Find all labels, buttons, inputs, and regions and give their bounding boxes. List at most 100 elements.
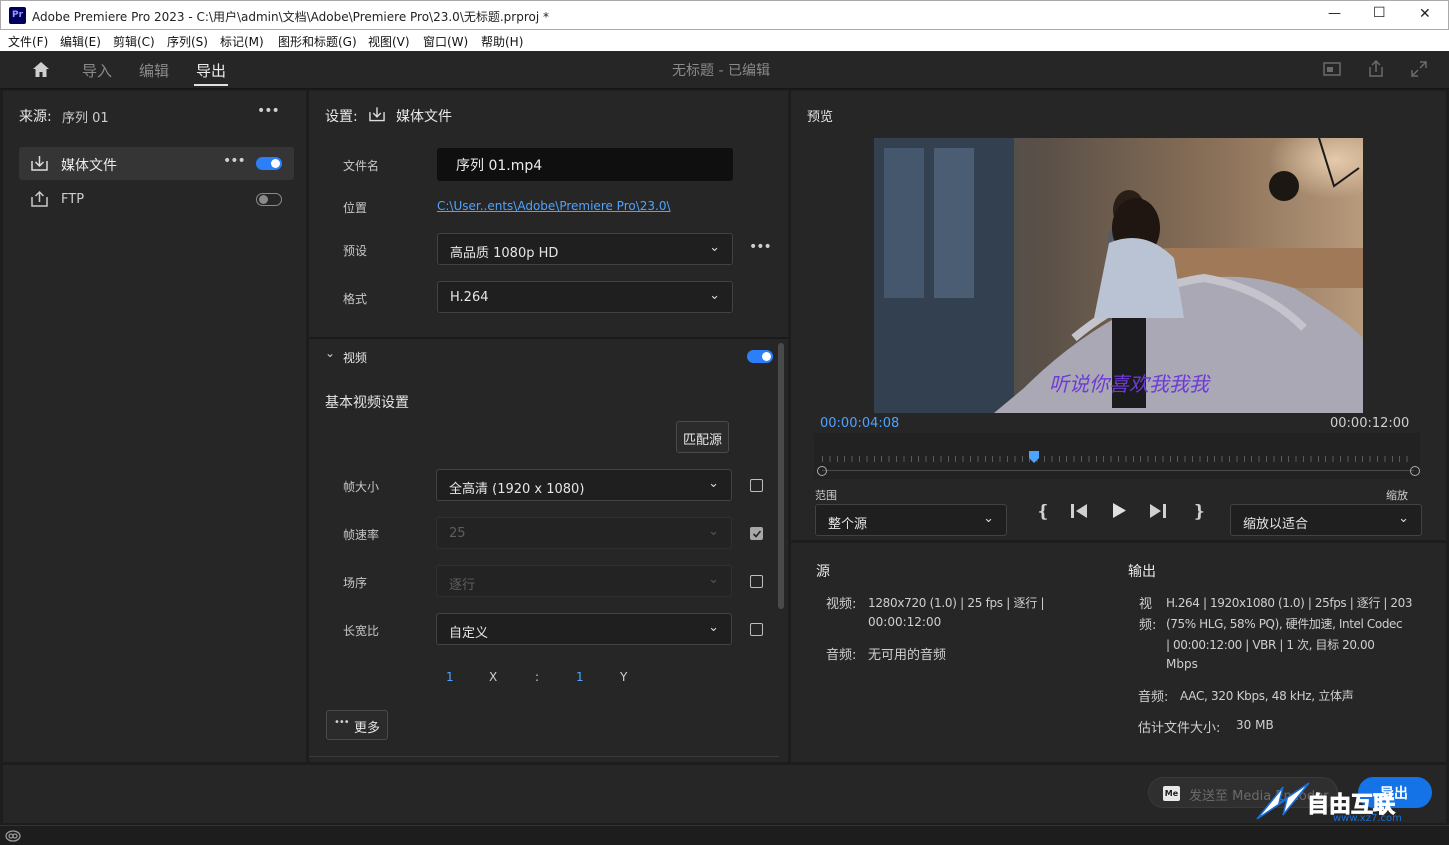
frame-size-checkbox[interactable] [750, 479, 763, 492]
destination-ftp[interactable]: FTP [19, 183, 294, 216]
minimize-button[interactable]: — [1328, 6, 1341, 21]
destination-media-file[interactable]: 媒体文件 ••• [19, 147, 294, 180]
chevron-down-icon: ⌄ [709, 288, 720, 303]
source-label: 来源: [19, 109, 52, 125]
section-divider [309, 756, 779, 757]
chevron-down-icon: ⌄ [325, 346, 336, 360]
field-order-checkbox[interactable] [750, 575, 763, 588]
menu-file[interactable]: 文件(F) [8, 33, 48, 50]
range-dropdown[interactable]: 整个源 ⌄ [815, 504, 1007, 536]
export-footer: Me 发送至 Media Encoder 导出 自由互联 www.xz7.com [3, 765, 1449, 824]
ratio-separator: : [535, 670, 540, 684]
ftp-toggle[interactable] [256, 193, 282, 206]
fullscreen-icon[interactable] [1411, 61, 1427, 77]
aspect-value: 自定义 [449, 626, 489, 641]
mark-out-icon[interactable]: ❵ [1192, 502, 1206, 522]
destination-more-icon[interactable]: ••• [223, 153, 246, 169]
frame-rate-checkbox[interactable] [750, 527, 763, 540]
status-bar [0, 825, 1449, 845]
menu-help[interactable]: 帮助(H) [481, 33, 523, 50]
output-video-line: | 00:00:12:00 | VBR | 1 次, 目标 20.00 [1166, 638, 1375, 652]
more-button[interactable]: ••• 更多 [326, 710, 388, 740]
ratio-x-label: X [489, 670, 498, 684]
current-timecode[interactable]: 00:00:04:08 [820, 416, 899, 431]
field-order-dropdown[interactable]: 逐行 ⌄ [436, 565, 732, 597]
preset-label: 预设 [343, 244, 368, 258]
match-source-button[interactable]: 匹配源 [676, 421, 730, 453]
out-point-handle[interactable] [1410, 466, 1420, 476]
ratio-y-label: Y [620, 670, 628, 684]
menu-edit[interactable]: 编辑(E) [60, 33, 101, 50]
step-back-icon[interactable] [1070, 503, 1088, 519]
media-file-toggle[interactable] [256, 157, 282, 170]
frame-size-label: 帧大小 [343, 480, 380, 494]
menu-view[interactable]: 视图(V) [368, 33, 410, 50]
download-icon [31, 155, 48, 171]
frame-size-dropdown[interactable]: 全高清 (1920 x 1080) ⌄ [436, 469, 732, 501]
app-icon: Pr [9, 7, 26, 24]
tab-export[interactable]: 导出 [196, 60, 226, 81]
format-dropdown[interactable]: H.264 ⌄ [437, 281, 733, 313]
tab-import[interactable]: 导入 [82, 60, 112, 81]
preset-value: 高品质 1080p HD [450, 246, 559, 261]
download-icon [369, 106, 385, 122]
menu-bar: 文件(F) 编辑(E) 剪辑(C) 序列(S) 标记(M) 图形和标题(G) 视… [0, 30, 1449, 51]
menu-markers[interactable]: 标记(M) [220, 33, 264, 50]
play-icon[interactable] [1112, 502, 1127, 519]
settings-panel: 设置: 媒体文件 文件名 序列 01.mp4 位置 C:\User..ents\… [309, 91, 788, 762]
frame-rate-label: 帧速率 [343, 528, 380, 542]
format-value: H.264 [450, 290, 489, 305]
video-toggle[interactable] [747, 350, 773, 363]
chevron-down-icon: ⌄ [708, 620, 719, 635]
watermark-url: www.xz7.com [1333, 813, 1402, 824]
mark-in-icon[interactable]: ❴ [1036, 502, 1050, 522]
settings-scrollbar[interactable] [778, 343, 784, 609]
preview-title: 预览 [807, 110, 834, 125]
video-section-header[interactable]: ⌄ 视频 [309, 339, 779, 373]
filename-input[interactable]: 序列 01.mp4 [437, 148, 733, 181]
timeline-line [822, 470, 1414, 471]
menu-graphics[interactable]: 图形和标题(G) [278, 33, 357, 50]
share-icon[interactable] [1368, 60, 1384, 77]
project-status: 无标题 - 已编辑 [672, 63, 770, 79]
file-size-value: 30 MB [1236, 718, 1274, 732]
quick-export-icon[interactable] [1323, 61, 1341, 77]
chevron-down-icon: ⌄ [708, 572, 719, 587]
playhead[interactable] [1029, 451, 1040, 463]
step-forward-icon[interactable] [1149, 503, 1167, 519]
aspect-dropdown[interactable]: 自定义 ⌄ [436, 613, 732, 645]
creative-cloud-icon[interactable] [5, 829, 21, 842]
chevron-down-icon: ⌄ [708, 524, 719, 539]
tab-edit[interactable]: 编辑 [139, 60, 169, 81]
menu-clip[interactable]: 剪辑(C) [113, 33, 155, 50]
subtitle-text: 听说你喜欢我我我 [1049, 372, 1211, 396]
watermark-logo: 自由互联 www.xz7.com [1253, 779, 1449, 824]
basic-video-title: 基本视频设置 [325, 395, 409, 411]
workspace-header: 导入 编辑 导出 无标题 - 已编辑 [0, 51, 1449, 89]
ratio-x-value[interactable]: 1 [446, 670, 454, 684]
home-icon[interactable] [32, 61, 50, 78]
ratio-y-value[interactable]: 1 [576, 670, 584, 684]
field-order-value: 逐行 [449, 578, 476, 593]
close-button[interactable]: ✕ [1419, 6, 1431, 22]
settings-label: 设置: [325, 109, 358, 125]
location-link[interactable]: C:\User..ents\Adobe\Premiere Pro\23.0\ [437, 199, 671, 213]
frame-rate-dropdown[interactable]: 25 ⌄ [436, 517, 732, 549]
menu-window[interactable]: 窗口(W) [423, 33, 468, 50]
filename-label: 文件名 [343, 159, 380, 173]
output-audio-label: 音频: [1138, 690, 1169, 705]
source-more-icon[interactable]: ••• [257, 103, 280, 119]
frame-size-value: 全高清 (1920 x 1080) [449, 482, 585, 497]
range-label: 范围 [815, 489, 837, 502]
zoom-dropdown[interactable]: 缩放以适合 ⌄ [1230, 504, 1422, 536]
menu-sequence[interactable]: 序列(S) [167, 33, 208, 50]
source-video-details: 1280x720 (1.0) | 25 fps | 逐行 | [868, 596, 1045, 610]
preset-dropdown[interactable]: 高品质 1080p HD ⌄ [437, 233, 733, 265]
destination-label: 媒体文件 [61, 158, 117, 174]
preset-more-icon[interactable]: ••• [749, 239, 772, 255]
output-video-label: 频: [1139, 618, 1157, 633]
timeline-track[interactable] [814, 433, 1420, 479]
in-point-handle[interactable] [817, 466, 827, 476]
aspect-checkbox[interactable] [750, 623, 763, 636]
maximize-button[interactable]: ☐ [1373, 5, 1386, 21]
